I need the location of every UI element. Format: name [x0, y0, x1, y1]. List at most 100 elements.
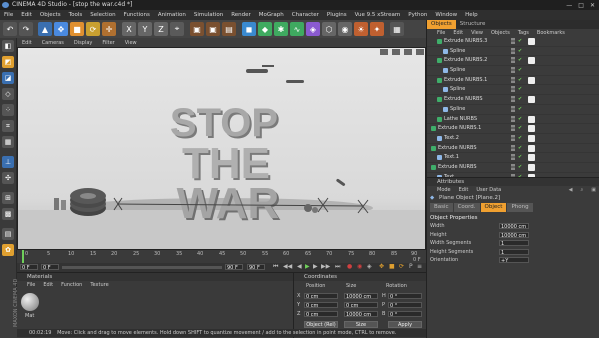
menu-functions[interactable]: Functions — [120, 12, 154, 18]
recent-tool-icon[interactable]: ✛ — [102, 22, 116, 36]
material-menu-texture[interactable]: Texture — [86, 281, 112, 289]
object-name[interactable]: Spline — [450, 47, 465, 56]
material-tag-icon[interactable] — [528, 57, 535, 65]
position-key-icon[interactable]: ✥ — [379, 263, 384, 270]
play-icon[interactable]: ▶ — [305, 263, 310, 270]
size-z-field[interactable]: 10000 cm — [344, 311, 378, 318]
enabled-check-icon[interactable]: ✔ — [518, 163, 522, 172]
lock-workplane-icon[interactable]: ▩ — [2, 208, 14, 220]
previous-frame-icon[interactable]: ◀ — [297, 263, 302, 270]
object-row[interactable]: Text.1 ✔ — [427, 153, 599, 163]
object-name[interactable]: Extrude NURBS — [438, 144, 477, 153]
enabled-check-icon[interactable]: ✔ — [518, 144, 522, 153]
object-row[interactable]: Lathe NURBS ✔ — [427, 115, 599, 125]
coordinate-mode-select[interactable]: Object (Rel) — [304, 321, 338, 328]
object-row[interactable]: Extrude NURBS ✔ — [427, 144, 599, 154]
property-value-field[interactable]: 10000 cm — [499, 223, 529, 230]
array-icon[interactable]: ✱ — [274, 22, 288, 36]
next-key-icon[interactable]: ▶▶ — [321, 263, 330, 270]
tab-structure[interactable]: Structure — [456, 20, 490, 29]
property-value-field[interactable]: 1 — [499, 240, 529, 247]
timeline-playhead[interactable] — [22, 250, 24, 263]
max-frame-field[interactable]: 90 F — [247, 264, 265, 271]
attr-lock-icon[interactable]: ▣ — [587, 186, 599, 194]
tweak-mode-icon[interactable]: ✣ — [2, 172, 14, 184]
menu-file[interactable]: File — [0, 12, 17, 18]
nurbs-icon[interactable]: ◆ — [258, 22, 272, 36]
visibility-dots-icon[interactable] — [511, 134, 515, 141]
om-menu-view[interactable]: View — [467, 29, 487, 37]
material-tag-icon[interactable] — [528, 76, 535, 84]
make-editable-icon[interactable]: ◧ — [2, 40, 14, 52]
enabled-check-icon[interactable]: ✔ — [518, 56, 522, 65]
tab-objects[interactable]: Objects — [427, 20, 456, 29]
enabled-check-icon[interactable]: ✔ — [518, 105, 522, 114]
visibility-dots-icon[interactable] — [511, 76, 515, 83]
attr-menu-userdata[interactable]: User Data — [472, 186, 505, 194]
start-frame-field[interactable]: 0 F — [20, 264, 38, 271]
object-name[interactable]: Extrude NURBS.2 — [444, 56, 487, 65]
object-row[interactable]: Extrude NURBS.1 ✔ — [427, 124, 599, 134]
viewport-menu-display[interactable]: Display — [69, 40, 97, 46]
range-slider[interactable] — [62, 266, 222, 269]
menu-animation[interactable]: Animation — [154, 12, 190, 18]
om-menu-file[interactable]: File — [427, 29, 449, 37]
material-tag-icon[interactable] — [528, 38, 535, 45]
workplane-icon[interactable]: ◇ — [2, 88, 14, 100]
autokey-icon[interactable]: ◉ — [357, 263, 362, 270]
menu-mograph[interactable]: MoGraph — [255, 12, 288, 18]
om-menu-bookmarks[interactable]: Bookmarks — [533, 29, 569, 37]
menu-window[interactable]: Window — [431, 12, 461, 18]
undo-icon[interactable]: ↶ — [3, 22, 17, 36]
rotation-p-field[interactable]: 0 ° — [388, 302, 422, 309]
object-row[interactable]: Text.2 ✔ — [427, 134, 599, 144]
end-frame-field[interactable]: 90 F — [225, 264, 243, 271]
menu-plugins[interactable]: Plugins — [323, 12, 351, 18]
object-name[interactable]: Extrude NURBS.3 — [444, 37, 487, 46]
timeline-ruler[interactable]: 0 5 10 15 20 25 30 35 40 45 50 55 60 65 … — [17, 250, 426, 263]
visibility-dots-icon[interactable] — [511, 96, 515, 103]
om-menu-objects[interactable]: Objects — [487, 29, 514, 37]
object-name[interactable]: Spline — [450, 85, 465, 94]
attr-tab-basic[interactable]: Basic — [430, 203, 453, 212]
material-tag-icon[interactable] — [528, 115, 535, 123]
property-value-field[interactable]: 10000 cm — [499, 231, 529, 239]
redo-icon[interactable]: ↷ — [19, 22, 33, 36]
material-tag-icon[interactable] — [528, 125, 535, 133]
enabled-check-icon[interactable]: ✔ — [518, 134, 522, 143]
object-name[interactable]: Spline — [450, 105, 465, 114]
cube-icon[interactable]: ◼ — [242, 22, 256, 36]
enabled-check-icon[interactable]: ✔ — [518, 66, 522, 75]
object-name[interactable]: Lathe NURBS — [444, 115, 477, 124]
material-menu-function[interactable]: Function — [57, 281, 86, 289]
scale-icon[interactable]: ■ — [70, 22, 84, 36]
enabled-check-icon[interactable]: ✔ — [518, 37, 522, 46]
current-frame-field[interactable]: 0 F — [41, 264, 59, 271]
object-name[interactable]: Extrude NURBS.1 — [444, 76, 487, 85]
attr-menu-edit[interactable]: Edit — [455, 186, 473, 194]
material-tag-icon[interactable] — [528, 163, 535, 171]
enabled-check-icon[interactable]: ✔ — [518, 124, 522, 133]
perspective-viewport[interactable]: STOP STOP THE THE WAR WAR — [17, 47, 426, 250]
visibility-dots-icon[interactable] — [511, 86, 515, 93]
deformer-icon[interactable]: ◈ — [306, 22, 320, 36]
rotate-icon[interactable]: ⟳ — [86, 22, 100, 36]
record-icon[interactable]: ● — [347, 263, 352, 270]
property-value-field[interactable]: 1 — [499, 248, 529, 256]
points-mode-icon[interactable]: ⁘ — [2, 104, 14, 116]
menu-character[interactable]: Character — [288, 12, 323, 18]
menu-simulation[interactable]: Simulation — [190, 12, 227, 18]
viewport-menu-view[interactable]: View — [120, 40, 142, 46]
rotation-key-icon[interactable]: ⟳ — [399, 263, 404, 270]
attr-tab-coord[interactable]: Coord. — [453, 203, 480, 212]
enabled-check-icon[interactable]: ✔ — [518, 95, 522, 104]
visibility-dots-icon[interactable] — [511, 163, 515, 170]
property-value-field[interactable]: +Y — [499, 257, 529, 264]
attr-search-icon[interactable]: ⌕ — [576, 186, 587, 194]
object-row[interactable]: Extrude NURBS.1 ✔ — [427, 76, 599, 86]
next-frame-icon[interactable]: ▶ — [313, 263, 318, 270]
visibility-dots-icon[interactable] — [511, 47, 515, 54]
attr-tab-phong[interactable]: Phong — [507, 203, 533, 212]
edges-mode-icon[interactable]: ⌗ — [2, 120, 14, 132]
size-x-field[interactable]: 10000 cm — [344, 293, 378, 300]
